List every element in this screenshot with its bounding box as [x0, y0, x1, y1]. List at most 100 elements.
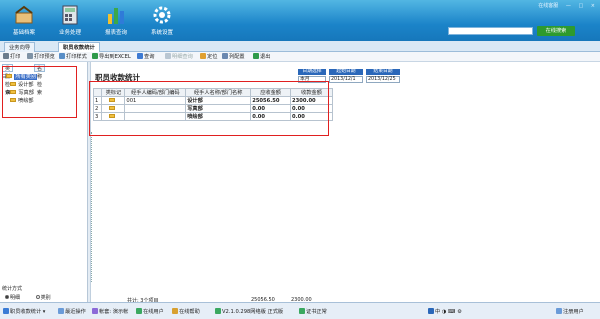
query-button[interactable]: 查询	[137, 53, 154, 61]
col-due[interactable]: 应收金额	[250, 88, 292, 97]
search-input[interactable]	[448, 27, 533, 35]
start-date-label: 起始日期	[329, 69, 363, 75]
tree-item-label: 设计部	[18, 82, 34, 88]
history-icon	[58, 308, 64, 314]
page-title: 职员收款统计	[95, 73, 140, 82]
end-date-label: 结束日期	[366, 69, 400, 75]
table-row[interactable]: 2 写真部 0.00 0.00	[92, 104, 333, 113]
account-icon	[92, 308, 98, 314]
cert-icon	[299, 308, 305, 314]
tab-staff-collection[interactable]: 职员收款统计	[58, 42, 100, 52]
tree-item[interactable]: 喷绘部	[10, 98, 34, 105]
folder-icon	[109, 105, 116, 110]
code-cell	[124, 104, 187, 113]
user-icon	[3, 308, 9, 314]
bar-chart-icon	[105, 4, 127, 26]
print-button[interactable]: 打印	[3, 53, 20, 61]
tree-item[interactable]: 设计部	[10, 82, 34, 89]
tree-item-label: 喷绘部	[18, 98, 34, 104]
gear-icon	[151, 4, 173, 26]
table-row[interactable]: 3 喷绘部 0.00 0.00	[92, 112, 333, 121]
status-help-label: 在线帮助	[179, 309, 200, 315]
code-cell	[124, 112, 187, 121]
folder-icon	[6, 74, 13, 78]
date-range-select[interactable]: 本月	[298, 76, 326, 83]
nav-basic-records[interactable]: 基础档案	[4, 4, 44, 36]
folder-icon	[10, 82, 16, 86]
folder-icon	[109, 113, 116, 118]
status-version: V2.1.0.298网络版 正式版	[215, 308, 283, 315]
data-grid: 类标记 经手人编码/部门编码 经手人名称/部门名称 应收金额 收款金额 1 00…	[92, 88, 333, 121]
minimize-icon[interactable]: —	[566, 3, 571, 9]
status-cert: 证书正常	[299, 308, 327, 315]
folder-cell	[101, 96, 126, 105]
print-preview-button[interactable]: 打印预览	[27, 53, 55, 61]
stat-mode-options: 明细 类别	[5, 294, 51, 301]
status-help[interactable]: 在线帮助	[172, 308, 200, 315]
status-ime[interactable]: 中 ◑ ⌨ ⚙	[428, 308, 462, 315]
col-code[interactable]: 经手人编码/部门编码	[124, 88, 187, 97]
folder-icon	[10, 90, 17, 94]
row-number: 2	[92, 104, 103, 113]
excel-icon	[92, 53, 98, 59]
exit-button[interactable]: 退出	[253, 53, 270, 61]
radio-detail[interactable]: 明细	[5, 295, 20, 301]
folder-cell	[101, 104, 126, 113]
status-recent[interactable]: 最近操作	[58, 308, 86, 315]
status-register[interactable]: 注册用户	[556, 308, 584, 315]
tab-business-guide[interactable]: 业务向导	[4, 42, 36, 52]
nav-settings[interactable]: 系统设置	[142, 4, 182, 36]
radio-category[interactable]: 类别	[35, 295, 51, 301]
columns-icon	[222, 53, 228, 59]
calculator-icon	[59, 4, 81, 26]
paid-cell: 2300.00	[290, 96, 333, 105]
code-cell: 001	[124, 96, 187, 105]
online-service-link[interactable]: 在线客服	[538, 3, 558, 9]
locate-button[interactable]: 定位	[200, 53, 217, 61]
start-date-input[interactable]: 2013/12/1	[329, 76, 363, 83]
columns-button[interactable]: 列配置	[222, 53, 245, 61]
radio-checked-icon	[5, 295, 9, 299]
close-icon[interactable]: ×	[591, 3, 595, 9]
table-row[interactable]: 1 001 设计部 25056.50 2300.00	[92, 96, 333, 105]
col-class-flag[interactable]: 类标记	[101, 88, 126, 97]
end-date-input[interactable]: 2013/12/25	[366, 76, 400, 83]
paid-cell: 0.00	[290, 104, 333, 113]
tree-root-label: 所有类别	[14, 74, 38, 80]
ime-icon	[428, 308, 434, 314]
tree-root[interactable]: ⊟ 所有类别	[2, 74, 38, 81]
status-version-label: V2.1.0.298网络版 正式版	[222, 309, 284, 315]
due-cell: 25056.50	[250, 96, 292, 105]
status-account: 帐套: 演示帐	[92, 308, 128, 315]
status-current-user[interactable]: 职员收款统计 ▾	[3, 308, 45, 315]
nav-reports[interactable]: 报表查询	[96, 4, 136, 36]
detail-query-button[interactable]: 明细查询	[165, 53, 193, 61]
radio-category-label: 类别	[40, 295, 51, 301]
col-paid[interactable]: 收款金额	[290, 88, 333, 97]
maximize-icon[interactable]: □	[578, 3, 583, 9]
style-icon	[59, 53, 65, 59]
tree-item-label: 写真部	[18, 90, 34, 96]
status-online-label: 在线用户	[143, 309, 164, 315]
col-name[interactable]: 经手人名称/部门名称	[185, 88, 252, 97]
nav-business[interactable]: 业务处理	[50, 4, 90, 36]
printer-icon	[3, 53, 9, 59]
status-online-users[interactable]: 在线用户	[136, 308, 164, 315]
tab-category-search[interactable]: 类别检索	[2, 64, 14, 96]
tab-bar: 业务向导 职员收款统计	[0, 41, 600, 52]
tab-name-search[interactable]: 名称检索	[34, 64, 46, 96]
export-excel-button[interactable]: 导出到EXCEL	[92, 53, 131, 61]
check-icon	[215, 308, 221, 314]
row-number: 3	[92, 112, 103, 121]
basket-icon	[13, 4, 35, 26]
search-icon	[137, 53, 143, 59]
name-cell: 写真部	[185, 104, 252, 113]
col-rownum	[92, 88, 103, 97]
locate-label: 定位	[207, 54, 218, 60]
tree-item[interactable]: ⊞ 写真部	[6, 90, 34, 97]
search-button[interactable]: 在线搜索	[537, 26, 575, 36]
print-preview-label: 打印预览	[34, 54, 55, 60]
folder-icon	[109, 97, 116, 102]
print-style-button[interactable]: 打印样式	[59, 53, 87, 61]
main-content: 职员收款统计 日期选择 本月 起始日期 2013/12/1 结束日期 2013/…	[91, 62, 600, 304]
